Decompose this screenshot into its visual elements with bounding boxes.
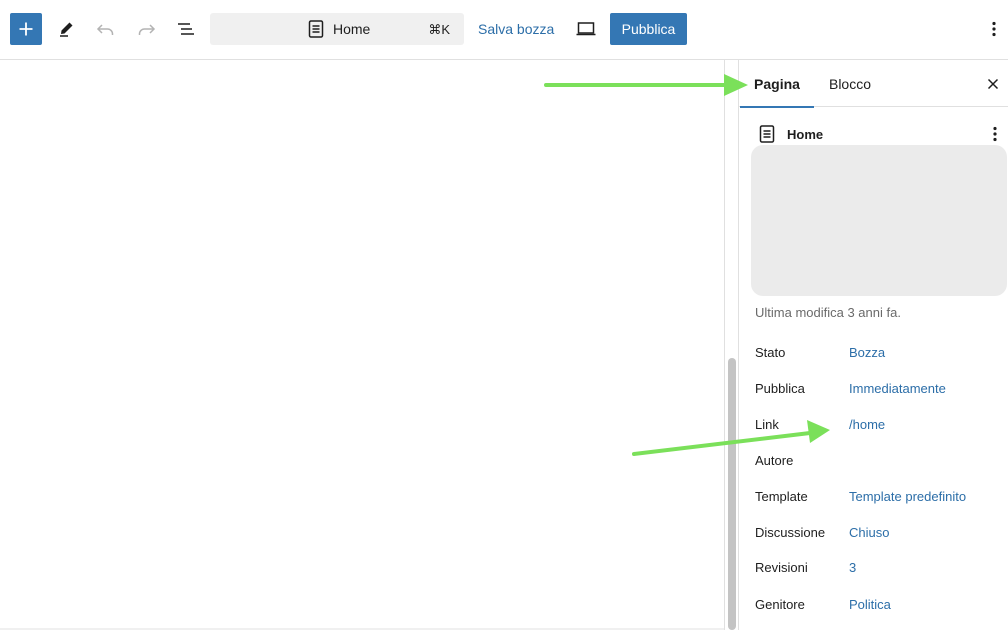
meta-label: Revisioni xyxy=(755,560,808,575)
meta-row-parent: Genitore Politica xyxy=(755,597,1005,617)
editor-canvas[interactable] xyxy=(0,60,724,630)
undo-button[interactable] xyxy=(90,13,122,45)
meta-label: Genitore xyxy=(755,597,805,612)
post-actions-button[interactable] xyxy=(983,120,1007,148)
command-bar-title: Home xyxy=(333,21,371,37)
document-overview-button[interactable] xyxy=(170,13,202,45)
laptop-icon xyxy=(576,22,596,36)
meta-row-template: Template Template predefinito xyxy=(755,489,1005,509)
meta-row-link: Link /home xyxy=(755,417,1005,437)
meta-label: Template xyxy=(755,489,808,504)
publish-date-link[interactable]: Immediatamente xyxy=(849,381,946,396)
add-block-button[interactable] xyxy=(10,13,42,45)
canvas-divider xyxy=(724,60,725,630)
vertical-dots-icon xyxy=(993,126,997,142)
vertical-dots-icon xyxy=(992,21,996,37)
list-view-icon xyxy=(178,23,194,35)
meta-row-publish: Pubblica Immediatamente xyxy=(755,381,1005,401)
document-icon xyxy=(308,20,324,38)
status-value-link[interactable]: Bozza xyxy=(849,345,885,360)
meta-label: Stato xyxy=(755,345,786,360)
revisions-link[interactable]: 3 xyxy=(849,560,856,575)
parent-page-link[interactable]: Politica xyxy=(849,597,891,612)
meta-label: Link xyxy=(755,417,779,432)
options-button[interactable] xyxy=(978,13,1008,45)
scrollbar-thumb[interactable] xyxy=(728,358,736,630)
command-bar-shortcut: ⌘K xyxy=(428,22,450,37)
meta-label: Discussione xyxy=(755,525,826,540)
tab-page[interactable]: Pagina xyxy=(740,60,814,108)
undo-icon xyxy=(96,24,114,35)
meta-row-revisions: Revisioni 3 xyxy=(755,560,1005,580)
close-icon xyxy=(987,78,999,90)
editor-toolbar: Home ⌘K Salva bozza Pubblica xyxy=(0,0,1008,60)
save-draft-button[interactable]: Salva bozza xyxy=(470,13,562,45)
meta-label: Autore xyxy=(755,453,794,468)
publish-button[interactable]: Pubblica xyxy=(610,13,687,45)
tools-button[interactable] xyxy=(50,13,82,45)
discussion-link[interactable]: Chiuso xyxy=(849,525,889,540)
post-title: Home xyxy=(787,127,824,142)
meta-label: Pubblica xyxy=(755,381,805,396)
last-modified-text: Ultima modifica 3 anni fa. xyxy=(755,305,901,320)
permalink-link[interactable]: /home xyxy=(849,417,885,432)
tab-block[interactable]: Blocco xyxy=(819,60,881,107)
sidebar-tabs: Pagina Blocco xyxy=(739,60,1008,108)
redo-button[interactable] xyxy=(130,13,162,45)
plus-icon xyxy=(19,22,33,36)
redo-icon xyxy=(138,24,156,35)
template-link[interactable]: Template predefinito xyxy=(849,489,966,504)
document-icon xyxy=(759,125,775,143)
featured-image-placeholder[interactable] xyxy=(751,145,1007,296)
meta-row-author: Autore xyxy=(755,453,1005,473)
close-sidebar-button[interactable] xyxy=(977,68,1008,100)
preview-button[interactable] xyxy=(570,13,602,45)
pencil-icon xyxy=(60,22,73,37)
meta-row-discussion: Discussione Chiuso xyxy=(755,525,1005,545)
meta-row-status: Stato Bozza xyxy=(755,345,1005,365)
command-palette-bar[interactable]: Home ⌘K xyxy=(210,13,464,45)
post-summary-header: Home xyxy=(739,120,1008,148)
settings-sidebar: Pagina Blocco Home Ultima modifica 3 ann… xyxy=(738,60,1008,630)
